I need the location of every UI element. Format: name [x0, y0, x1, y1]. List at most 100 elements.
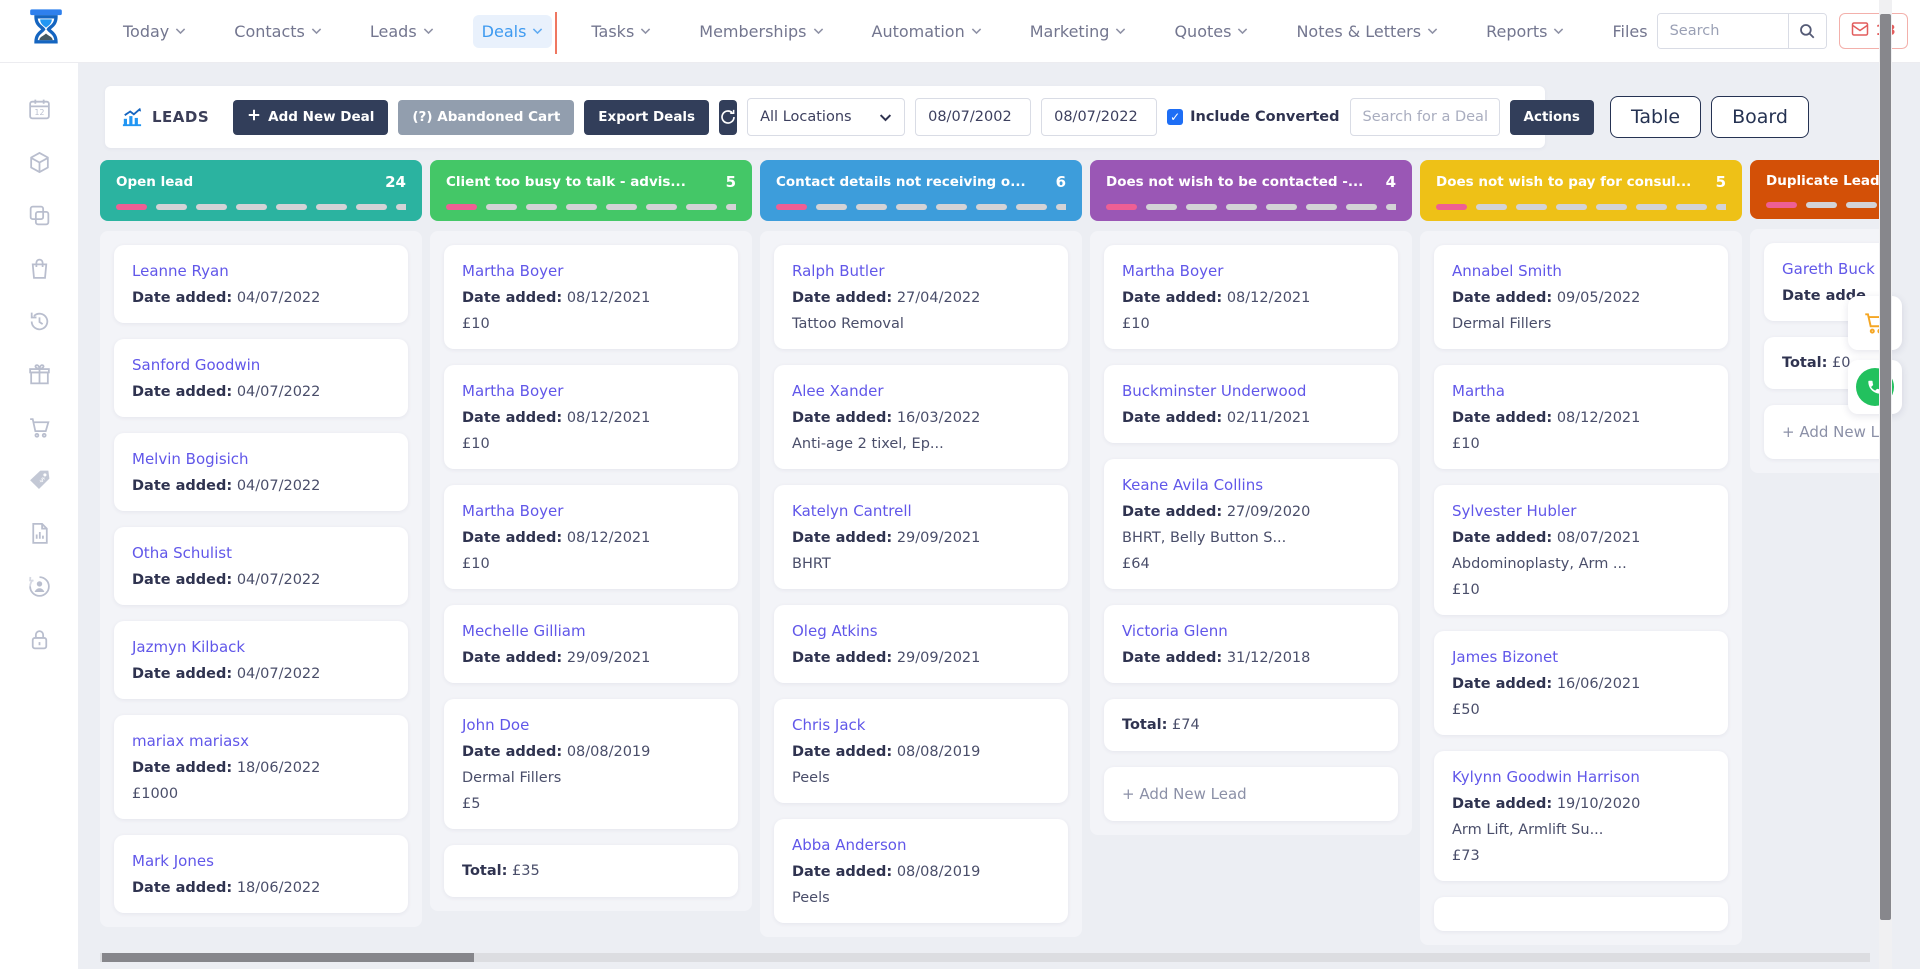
deal-search-input[interactable]: [1350, 98, 1500, 136]
column-header[interactable]: Does not wish to be contacted -...4: [1090, 160, 1412, 221]
export-deals-button[interactable]: Export Deals: [584, 100, 709, 135]
vertical-scrollbar-thumb[interactable]: [1880, 14, 1891, 920]
nav-item-files[interactable]: Files: [1603, 15, 1656, 48]
lead-card[interactable]: Martha BoyerDate added: 08/12/2021£10: [1104, 245, 1398, 349]
mail-badge-button[interactable]: 13: [1839, 13, 1908, 49]
lead-name-link[interactable]: Otha Schulist: [132, 544, 390, 562]
column-header[interactable]: Contact details not receiving o...6: [760, 160, 1082, 221]
location-select[interactable]: All Locations: [747, 98, 905, 136]
lead-card[interactable]: Otha SchulistDate added: 04/07/2022: [114, 527, 408, 605]
lead-name-link[interactable]: Victoria Glenn: [1122, 622, 1380, 640]
lead-name-link[interactable]: Sanford Goodwin: [132, 356, 390, 374]
nav-item-reports[interactable]: Reports: [1477, 15, 1573, 48]
add-new-lead-button[interactable]: + Add New Lead: [1104, 767, 1398, 821]
lead-card[interactable]: Mark JonesDate added: 18/06/2022: [114, 835, 408, 913]
shopping-bag-icon[interactable]: [26, 255, 52, 281]
lead-card[interactable]: Sylvester HublerDate added: 08/07/2021Ab…: [1434, 485, 1728, 615]
lead-card[interactable]: Keane Avila CollinsDate added: 27/09/202…: [1104, 459, 1398, 589]
lead-card[interactable]: Victoria GlennDate added: 31/12/2018: [1104, 605, 1398, 683]
refresh-button[interactable]: [719, 100, 737, 135]
lead-card[interactable]: John DoeDate added: 08/08/2019Dermal Fil…: [444, 699, 738, 829]
date-from-input[interactable]: [915, 98, 1031, 136]
lead-name-link[interactable]: Leanne Ryan: [132, 262, 390, 280]
lead-name-link[interactable]: Katelyn Cantrell: [792, 502, 1050, 520]
lead-name-link[interactable]: James Bizonet: [1452, 648, 1710, 666]
lead-name-link[interactable]: Mechelle Gilliam: [462, 622, 720, 640]
lead-name-link[interactable]: Martha Boyer: [462, 502, 720, 520]
lead-card[interactable]: mariax mariasxDate added: 18/06/2022£100…: [114, 715, 408, 819]
nav-item-notes-letters[interactable]: Notes & Letters: [1287, 15, 1447, 48]
include-converted-checkbox[interactable]: ✓ Include Converted: [1167, 109, 1339, 125]
column-header[interactable]: Duplicate Lead: [1750, 160, 1884, 219]
lead-card[interactable]: Chris JackDate added: 08/08/2019Peels: [774, 699, 1068, 803]
lead-name-link[interactable]: Martha Boyer: [462, 382, 720, 400]
lead-card[interactable]: Leanne RyanDate added: 04/07/2022: [114, 245, 408, 323]
lead-card[interactable]: Oleg AtkinsDate added: 29/09/2021: [774, 605, 1068, 683]
lead-name-link[interactable]: John Doe: [462, 716, 720, 734]
lead-name-link[interactable]: Alee Xander: [792, 382, 1050, 400]
lead-name-link[interactable]: Oleg Atkins: [792, 622, 1050, 640]
lead-card[interactable]: Abba AndersonDate added: 08/08/2019Peels: [774, 819, 1068, 923]
lead-card[interactable]: Annabel SmithDate added: 09/05/2022Derma…: [1434, 245, 1728, 349]
lead-name-link[interactable]: Chris Jack: [792, 716, 1050, 734]
user-sync-icon[interactable]: [26, 573, 52, 599]
lead-name-link[interactable]: Martha Boyer: [462, 262, 720, 280]
price-tag-icon[interactable]: $: [26, 467, 52, 493]
app-logo[interactable]: [26, 6, 66, 56]
abandoned-cart-float-button[interactable]: [1848, 296, 1902, 350]
lead-card[interactable]: Martha BoyerDate added: 08/12/2021£10: [444, 365, 738, 469]
lead-name-link[interactable]: mariax mariasx: [132, 732, 390, 750]
nav-item-memberships[interactable]: Memberships: [690, 15, 832, 48]
add-new-deal-button[interactable]: Add New Deal: [233, 100, 388, 135]
lead-card[interactable]: Martha BoyerDate added: 08/12/2021£10: [444, 245, 738, 349]
lead-card[interactable]: Martha BoyerDate added: 08/12/2021£10: [444, 485, 738, 589]
partial-card[interactable]: [1434, 897, 1728, 931]
date-to-input[interactable]: [1041, 98, 1157, 136]
report-icon[interactable]: [26, 520, 52, 546]
lead-name-link[interactable]: Sylvester Hubler: [1452, 502, 1710, 520]
nav-item-automation[interactable]: Automation: [863, 15, 991, 48]
global-search-input[interactable]: [1658, 14, 1788, 48]
actions-button[interactable]: Actions: [1510, 100, 1594, 135]
column-header[interactable]: Does not wish to pay for consul...5: [1420, 160, 1742, 221]
lock-icon[interactable]: [26, 626, 52, 652]
calendar-icon[interactable]: 12: [26, 96, 52, 122]
column-header[interactable]: Open lead24: [100, 160, 422, 221]
history-icon[interactable]: [26, 308, 52, 334]
gift-icon[interactable]: [26, 361, 52, 387]
lead-name-link[interactable]: Melvin Bogisich: [132, 450, 390, 468]
column-header[interactable]: Client too busy to talk - advis...5: [430, 160, 752, 221]
lead-card[interactable]: Kylynn Goodwin HarrisonDate added: 19/10…: [1434, 751, 1728, 881]
lead-name-link[interactable]: Buckminster Underwood: [1122, 382, 1380, 400]
lead-name-link[interactable]: Kylynn Goodwin Harrison: [1452, 768, 1710, 786]
lead-name-link[interactable]: Martha: [1452, 382, 1710, 400]
lead-name-link[interactable]: Mark Jones: [132, 852, 390, 870]
lead-card[interactable]: Alee XanderDate added: 16/03/2022Anti-ag…: [774, 365, 1068, 469]
nav-item-tasks[interactable]: Tasks: [582, 15, 660, 48]
board-view-button[interactable]: Board: [1711, 96, 1809, 138]
nav-item-contacts[interactable]: Contacts: [225, 15, 331, 48]
nav-item-deals[interactable]: Deals: [473, 15, 553, 48]
horizontal-scrollbar-thumb[interactable]: [102, 953, 474, 962]
lead-card[interactable]: Ralph ButlerDate added: 27/04/2022Tattoo…: [774, 245, 1068, 349]
cart-icon[interactable]: [26, 414, 52, 440]
nav-item-quotes[interactable]: Quotes: [1165, 15, 1257, 48]
nav-item-marketing[interactable]: Marketing: [1021, 15, 1136, 48]
lead-card[interactable]: Melvin BogisichDate added: 04/07/2022: [114, 433, 408, 511]
lead-name-link[interactable]: Keane Avila Collins: [1122, 476, 1380, 494]
lead-card[interactable]: James BizonetDate added: 16/06/2021£50: [1434, 631, 1728, 735]
lead-name-link[interactable]: Gareth Buck: [1782, 260, 1884, 278]
lead-name-link[interactable]: Martha Boyer: [1122, 262, 1380, 280]
cube-icon[interactable]: [26, 149, 52, 175]
abandoned-cart-button[interactable]: (?) Abandoned Cart: [398, 100, 574, 135]
lead-card[interactable]: Buckminster UnderwoodDate added: 02/11/2…: [1104, 365, 1398, 443]
lead-card[interactable]: Jazmyn KilbackDate added: 04/07/2022: [114, 621, 408, 699]
lead-card[interactable]: MarthaDate added: 08/12/2021£10: [1434, 365, 1728, 469]
copy-icon[interactable]: [26, 202, 52, 228]
lead-name-link[interactable]: Jazmyn Kilback: [132, 638, 390, 656]
search-icon[interactable]: [1788, 14, 1826, 48]
lead-name-link[interactable]: Annabel Smith: [1452, 262, 1710, 280]
nav-item-leads[interactable]: Leads: [361, 15, 443, 48]
table-view-button[interactable]: Table: [1610, 96, 1701, 138]
lead-name-link[interactable]: Ralph Butler: [792, 262, 1050, 280]
